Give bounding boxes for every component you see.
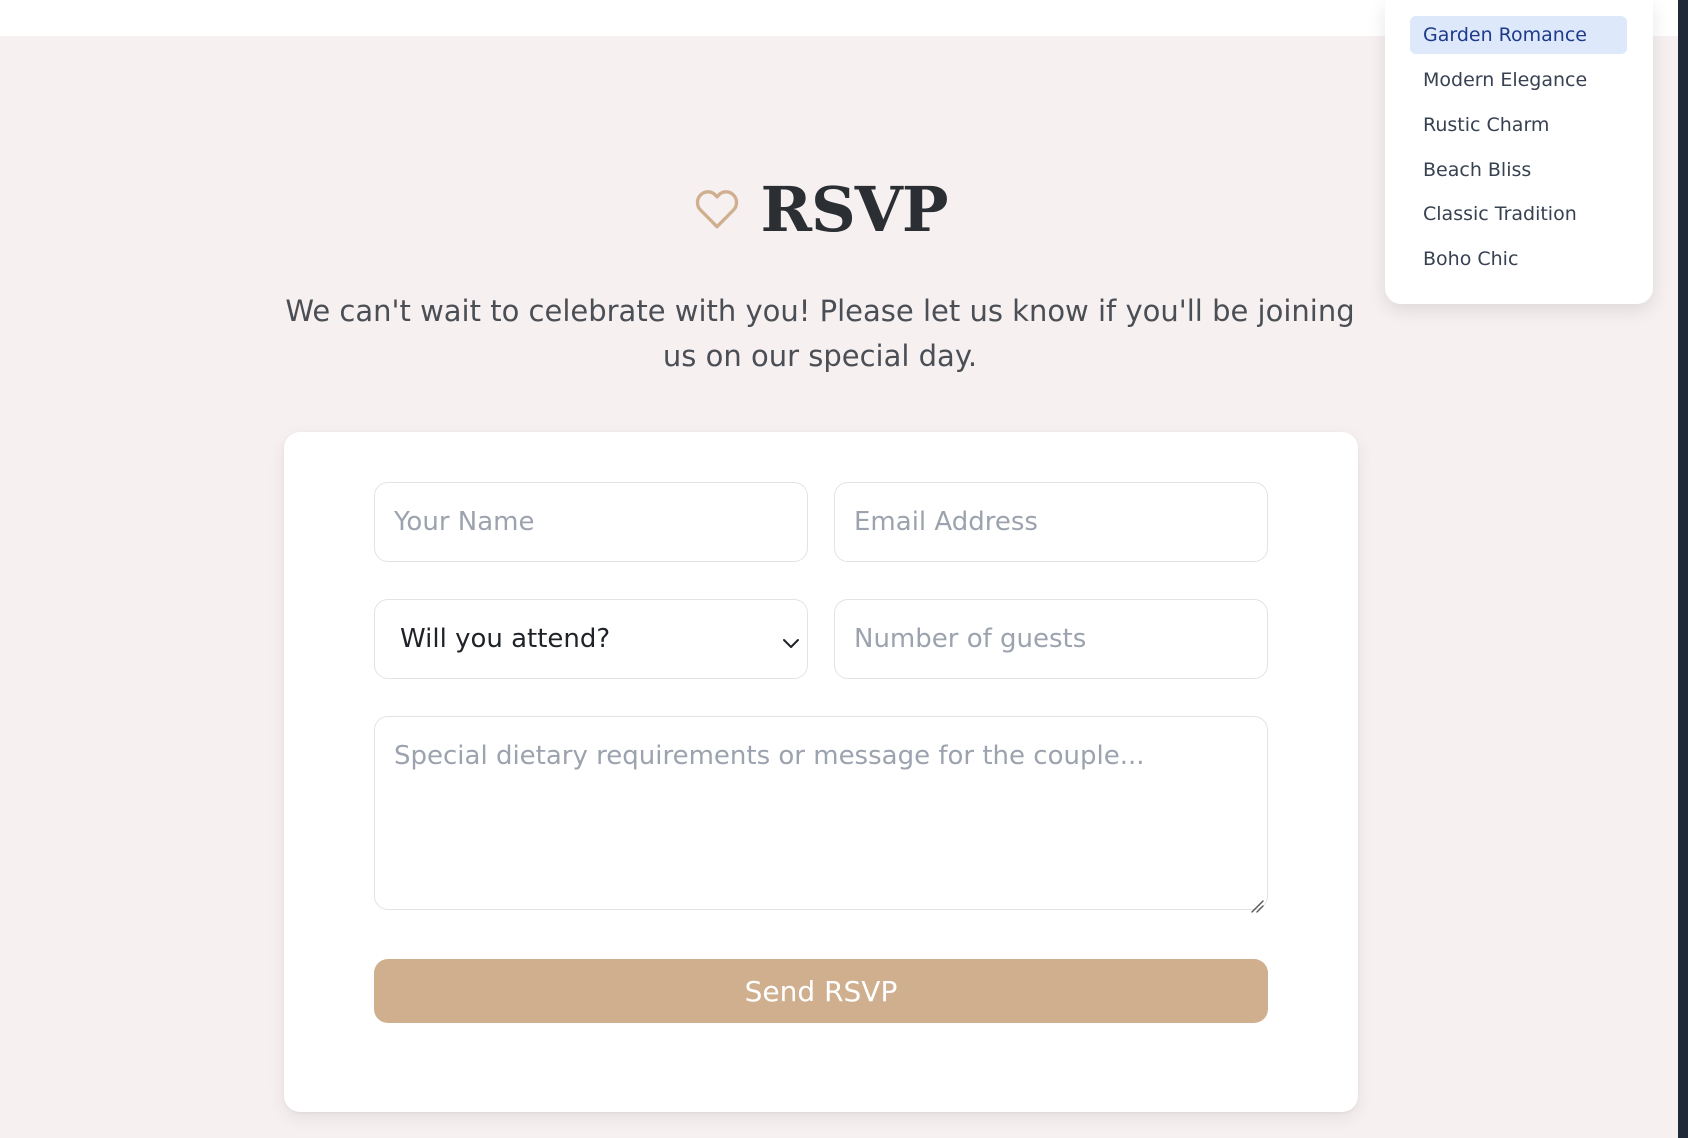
window-edge: [1678, 0, 1688, 1138]
theme-item-classic-tradition[interactable]: Classic Tradition: [1410, 195, 1627, 233]
email-field[interactable]: Email Address: [834, 482, 1268, 562]
name-field[interactable]: Your Name: [374, 482, 808, 562]
chevron-down-icon: [779, 630, 803, 650]
theme-item-garden-romance[interactable]: Garden Romance: [1410, 16, 1627, 54]
send-rsvp-button[interactable]: Send RSVP: [374, 959, 1268, 1023]
page-subtitle: We can't wait to celebrate with you! Ple…: [285, 294, 1355, 373]
attendance-select[interactable]: Will you attend?: [374, 599, 808, 679]
theme-item-beach-bliss[interactable]: Beach Bliss: [1410, 151, 1627, 189]
heart-icon: [692, 184, 742, 234]
theme-item-rustic-charm[interactable]: Rustic Charm: [1410, 106, 1627, 144]
theme-item-modern-elegance[interactable]: Modern Elegance: [1410, 61, 1627, 99]
theme-item-boho-chic[interactable]: Boho Chic: [1410, 240, 1627, 278]
attendance-select-value: Will you attend?: [400, 624, 611, 654]
page-title: RSVP: [760, 172, 948, 246]
guests-field[interactable]: Number of guests: [834, 599, 1268, 679]
message-placeholder: Special dietary requirements or message …: [394, 741, 1145, 771]
message-textarea[interactable]: Special dietary requirements or message …: [374, 716, 1268, 913]
theme-menu: Garden Romance Modern Elegance Rustic Ch…: [1385, 0, 1653, 304]
rsvp-form-card: Your Name Email Address Will you attend?…: [284, 432, 1358, 1112]
resize-handle-icon[interactable]: [1249, 891, 1265, 913]
